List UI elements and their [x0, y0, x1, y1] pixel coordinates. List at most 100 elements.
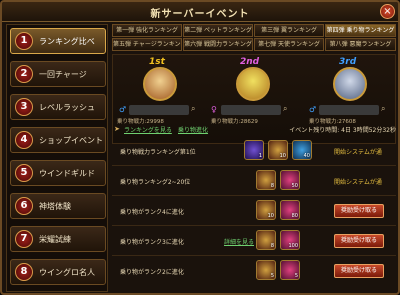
window-title: 新サーバーイベント — [150, 9, 250, 20]
reward-row: 乗り物ランキング2~20位 8 50 開始システムが通 — [112, 168, 396, 196]
avatar-third[interactable] — [333, 67, 367, 101]
item-quantity: 100 — [288, 243, 298, 249]
mount-evolution-link[interactable]: 乗り物進化 — [178, 125, 208, 134]
reward-list: 乗り物戦力ランキング第1位 1 10 40 開始システムが通 乗り物ランキング2… — [112, 138, 396, 292]
female-icon: ♀ — [211, 105, 217, 114]
close-button[interactable]: × — [380, 4, 395, 19]
reward-item-icon[interactable]: 10 — [268, 140, 288, 160]
tab-demon[interactable]: 第八弾 悪魔ランキング — [325, 38, 396, 51]
item-quantity: 8 — [270, 183, 274, 189]
reward-condition: 乗り物がランク3に進化 — [120, 239, 184, 246]
player-stat-third: 乗り物戦力:27608 — [309, 119, 356, 125]
reward-condition: 乗り物ランキング2~20位 — [120, 179, 191, 186]
title-bar: 新サーバーイベント × — [2, 2, 398, 22]
sidebar-item-wing-master[interactable]: 8 ウイングロ名人 — [10, 259, 106, 285]
reward-row: 乗り物戦力ランキング第1位 1 10 40 開始システムが通 — [112, 138, 396, 166]
sidebar-item-label: ショップイベント — [39, 136, 103, 145]
reward-item-icon[interactable]: 50 — [280, 170, 300, 190]
item-quantity: 10 — [279, 153, 286, 159]
sidebar-item-shop-event[interactable]: 4 ショップイベント — [10, 127, 106, 153]
number-badge: 5 — [15, 164, 33, 182]
reward-item-icon[interactable]: 1 — [244, 140, 264, 160]
reward-condition: 乗り物戦力ランキング第1位 — [120, 149, 196, 156]
view-ranking-link[interactable]: ランキングを見る — [124, 125, 172, 134]
avatar-first[interactable] — [143, 67, 177, 101]
number-badge: 8 — [15, 263, 33, 281]
sidebar-item-label: ランキング比べ — [39, 37, 95, 46]
sidebar-item-label: 神塔体験 — [39, 202, 71, 211]
reward-item-icon[interactable]: 5 — [280, 260, 300, 280]
details-link[interactable]: 詳細を見る — [224, 237, 254, 246]
number-badge: 3 — [15, 98, 33, 116]
rank-third-label: 3rd — [339, 57, 357, 67]
item-quantity: 5 — [270, 273, 274, 279]
number-badge: 4 — [15, 131, 33, 149]
item-quantity: 80 — [291, 213, 298, 219]
sidebar-item-level-rush[interactable]: 3 レベルラッシュ — [10, 94, 106, 120]
sidebar-item-label: 一回チャージ — [39, 70, 87, 79]
tab-wing[interactable]: 第三弾 翼ランキング — [254, 24, 324, 37]
rank-second-label: 2nd — [240, 57, 260, 67]
sidebar-item-glory-trial[interactable]: 7 栄耀試練 — [10, 226, 106, 252]
tab-charge[interactable]: 第五弾 チャージランキング — [112, 38, 182, 51]
sidebar-item-label: ウインドギルド — [39, 169, 95, 178]
reward-item-icon[interactable]: 8 — [256, 170, 276, 190]
reward-item-icon[interactable]: 10 — [256, 200, 276, 220]
reward-row: 乗り物がランク3に進化 詳細を見る 8 100 奨励受け取る — [112, 228, 396, 256]
event-countdown: イベント残り時間: 4日 3時間52分32秒 — [289, 127, 396, 134]
magnifier-icon[interactable]: ⌕ — [191, 104, 195, 114]
magnifier-icon[interactable]: ⌕ — [283, 104, 287, 114]
male-icon: ♂ — [119, 105, 127, 114]
item-quantity: 10 — [267, 213, 274, 219]
sidebar: 1 ランキング比べ 2 一回チャージ 3 レベルラッシュ 4 ショップイベント … — [6, 24, 108, 292]
item-quantity: 8 — [270, 243, 274, 249]
reward-status: 開始システムが通 — [334, 179, 382, 186]
sidebar-item-label: 栄耀試練 — [39, 235, 71, 244]
number-badge: 6 — [15, 197, 33, 215]
reward-item-icon[interactable]: 100 — [280, 230, 300, 250]
player-name-second — [221, 105, 281, 115]
tab-enhance[interactable]: 第一弾 強化ランキング — [112, 24, 182, 37]
item-quantity: 50 — [291, 183, 298, 189]
tab-angel[interactable]: 第七弾 天使ランキング — [254, 38, 324, 51]
number-badge: 7 — [15, 230, 33, 248]
reward-condition: 乗り物がランク4に進化 — [120, 209, 184, 216]
sidebar-item-label: ウイングロ名人 — [39, 268, 95, 277]
reward-item-icon[interactable]: 8 — [256, 230, 276, 250]
player-name-third — [319, 105, 379, 115]
reward-condition: 乗り物がランク2に進化 — [120, 269, 184, 276]
player-stat-first: 乗り物戦力:29998 — [117, 119, 164, 125]
event-window: 新サーバーイベント × 1 ランキング比べ 2 一回チャージ 3 レベルラッシュ… — [0, 0, 400, 295]
number-badge: 2 — [15, 65, 33, 83]
reward-row: 乗り物がランク4に進化 10 80 奨励受け取る — [112, 198, 396, 226]
number-badge: 1 — [15, 32, 33, 50]
sidebar-item-tower[interactable]: 6 神塔体験 — [10, 193, 106, 219]
claim-reward-button[interactable]: 奨励受け取る — [334, 264, 384, 278]
tab-pet[interactable]: 第二弾 ペットランキング — [183, 24, 253, 37]
player-name-first — [129, 105, 189, 115]
reward-item-icon[interactable]: 5 — [256, 260, 276, 280]
player-stat-second: 乗り物戦力:28629 — [211, 119, 258, 125]
item-quantity: 1 — [258, 153, 262, 159]
claim-reward-button[interactable]: 奨励受け取る — [334, 234, 384, 248]
male-icon: ♂ — [309, 105, 317, 114]
reward-row: 乗り物がランク2に進化 5 5 奨励受け取る — [112, 258, 396, 286]
rank-first-label: 1st — [149, 57, 165, 67]
main-panel: 第一弾 強化ランキング 第二弾 ペットランキング 第三弾 翼ランキング 第四弾 … — [112, 24, 396, 292]
avatar-second[interactable] — [236, 67, 270, 101]
info-bar: ➤ ランキングを見る 乗り物進化 イベント残り時間: 4日 3時間52分32秒 — [112, 125, 396, 137]
magnifier-icon[interactable]: ⌕ — [381, 104, 385, 114]
tab-mount[interactable]: 第四弾 乗り物ランキング — [325, 24, 396, 37]
sidebar-item-label: レベルラッシュ — [39, 103, 95, 112]
item-quantity: 5 — [294, 273, 298, 279]
reward-item-icon[interactable]: 80 — [280, 200, 300, 220]
tab-combat[interactable]: 第六弾 戦闘力ランキング — [183, 38, 253, 51]
sidebar-item-charge[interactable]: 2 一回チャージ — [10, 61, 106, 87]
sidebar-item-ranking[interactable]: 1 ランキング比べ — [10, 28, 106, 54]
claim-reward-button[interactable]: 奨励受け取る — [334, 204, 384, 218]
item-quantity: 40 — [303, 153, 310, 159]
reward-item-icon[interactable]: 40 — [292, 140, 312, 160]
arrow-icon: ➤ — [114, 125, 120, 133]
ranking-tabs: 第一弾 強化ランキング 第二弾 ペットランキング 第三弾 翼ランキング 第四弾 … — [112, 24, 396, 54]
sidebar-item-wind-guild[interactable]: 5 ウインドギルド — [10, 160, 106, 186]
